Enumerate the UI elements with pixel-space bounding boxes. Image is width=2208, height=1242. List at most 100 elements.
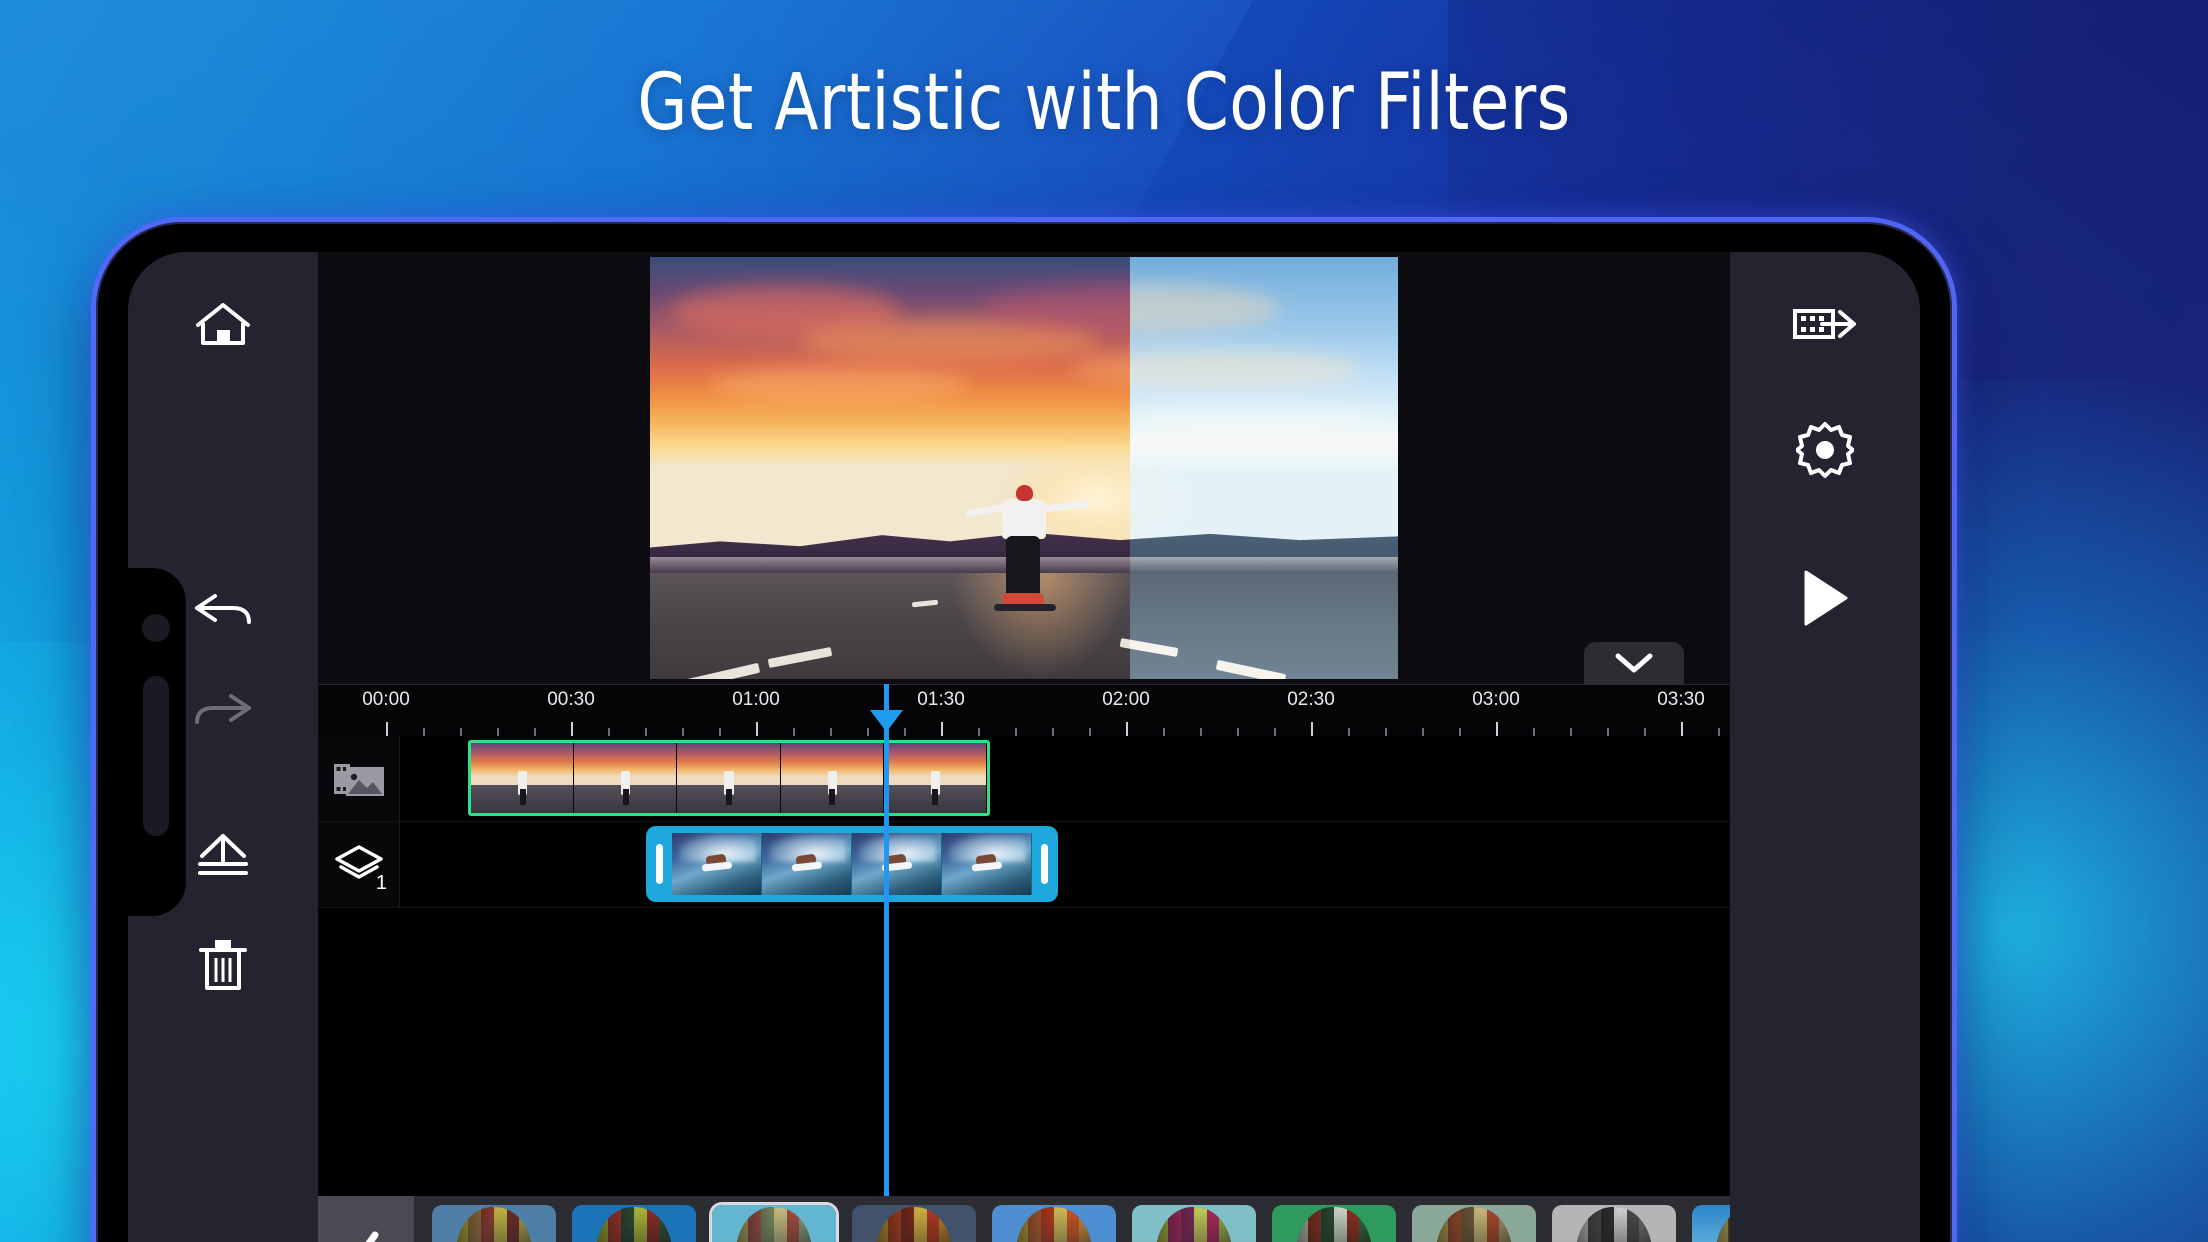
ruler-tick-minor [1163,728,1165,736]
ruler-tick-minor [1385,728,1387,736]
home-icon [194,299,252,349]
filter-thumbnail [1692,1205,1730,1242]
scene-filtered [1130,257,1398,679]
clip-trim-handle-right[interactable] [1041,844,1048,884]
filter-item[interactable]: Coffee [852,1205,976,1242]
filter-list[interactable]: Crescent Gloom Hippie Coffee Nostalgia Modern… [414,1196,1730,1242]
ruler-tick-minor [682,728,684,736]
front-camera-icon [142,614,170,642]
layer-track[interactable]: 1 [318,822,1730,908]
layer-track-header[interactable]: 1 [318,822,400,907]
export-video-button[interactable] [1779,278,1871,370]
filter-item[interactable]: Crescent [432,1205,556,1242]
ruler-tick-minor [1089,728,1091,736]
ruler-label: 00:00 [362,689,410,711]
settings-button[interactable] [1779,404,1871,496]
filter-thumbnail [1272,1205,1396,1242]
ruler-tick-minor [830,728,832,736]
right-toolbar [1730,252,1920,1242]
ruler-tick-minor [1718,728,1720,736]
filter-strip: Crescent Gloom Hippie Coffee Nostalgia Modern… [318,1196,1730,1242]
filter-thumbnail [852,1205,976,1242]
ruler-tick-major [1496,722,1498,736]
ruler-tick-minor [645,728,647,736]
ruler-label: 00:30 [547,689,595,711]
ruler-tick-minor [497,728,499,736]
ruler-tick-minor [1237,728,1239,736]
media-track[interactable] [318,736,1730,822]
preview-original-half [650,257,1130,679]
export-button[interactable] [177,810,269,902]
ruler-tick-minor [904,728,906,736]
ruler-tick-minor [719,728,721,736]
ruler-tick-minor [1607,728,1609,736]
ruler-label: 03:30 [1657,689,1705,711]
ruler-tick-minor [460,728,462,736]
layer-track-body[interactable] [400,822,1730,907]
ruler-label: 01:30 [917,689,965,711]
ruler-tick-minor [1015,728,1017,736]
ruler-tick-minor [793,728,795,736]
promo-banner: Get Artistic with Color Filters [0,0,2208,1242]
redo-arrow-icon [193,692,253,732]
clip-trim-handle-left[interactable] [656,844,663,884]
ruler-tick-major [1681,722,1683,736]
back-button[interactable] [318,1196,414,1242]
overlay-clip[interactable] [646,826,1058,902]
chevron-left-icon [349,1230,383,1242]
filter-item[interactable]: Noir [1552,1205,1676,1242]
ruler-tick-minor [1459,728,1461,736]
ruler-label: 03:00 [1472,689,1520,711]
earpiece-speaker [143,676,169,836]
timeline[interactable]: 00:0000:3001:0001:3002:0002:3003:0003:30 [318,684,1730,1196]
layer-count-badge: 1 [376,872,387,895]
home-button[interactable] [177,278,269,370]
filter-thumbnail [1132,1205,1256,1242]
undo-button[interactable] [177,566,269,658]
timeline-ruler[interactable]: 00:0000:3001:0001:3002:0002:3003:0003:30 [318,684,1730,736]
media-track-header[interactable] [318,736,400,821]
filter-item[interactable]: Hippie [712,1205,836,1242]
collapse-preview-button[interactable] [1584,642,1684,684]
editor-main-column: 00:0000:3001:0001:3002:0002:3003:0003:30 [318,252,1730,1242]
ruler-tick-minor [1200,728,1202,736]
media-track-body[interactable] [400,736,1730,821]
ruler-tick-minor [1422,728,1424,736]
phone-device-frame: 00:0000:3001:0001:3002:0002:3003:0003:30 [96,222,1952,1242]
film-export-icon [1792,302,1858,346]
ruler-label: 02:30 [1287,689,1335,711]
ruler-tick-minor [608,728,610,736]
preview-area [318,252,1730,684]
ruler-tick-major [756,722,758,736]
undo-arrow-icon [193,592,253,632]
play-button[interactable] [1779,552,1871,644]
ruler-tick-minor [867,728,869,736]
filter-item[interactable]: Matrix [1272,1205,1396,1242]
redo-button[interactable] [177,666,269,758]
chevron-down-icon [1613,650,1655,676]
ruler-tick-major [1126,722,1128,736]
ruler-tick-minor [1274,728,1276,736]
ruler-tick-minor [534,728,536,736]
filter-item[interactable]: Nostalgia [992,1205,1116,1242]
filter-item[interactable]: Ochre [1692,1205,1730,1242]
ruler-tick-minor [1052,728,1054,736]
ruler-tick-major [941,722,943,736]
delete-button[interactable] [177,918,269,1010]
ruler-tick-minor [1570,728,1572,736]
play-icon [1798,568,1852,628]
ruler-label: 01:00 [732,689,780,711]
ruler-tick-minor [1644,728,1646,736]
gear-icon [1796,421,1854,479]
filter-item[interactable]: Gloom [572,1205,696,1242]
filter-thumbnail [1552,1205,1676,1242]
filter-item[interactable]: Modern [1132,1205,1256,1242]
ruler-tick-major [571,722,573,736]
video-preview[interactable] [650,257,1398,679]
filter-item[interactable]: Memory [1412,1205,1536,1242]
scene-original [650,257,1130,679]
filter-thumbnail [712,1205,836,1242]
media-film-image-icon [332,758,386,800]
ruler-tick-major [1311,722,1313,736]
main-video-clip[interactable] [468,740,990,816]
